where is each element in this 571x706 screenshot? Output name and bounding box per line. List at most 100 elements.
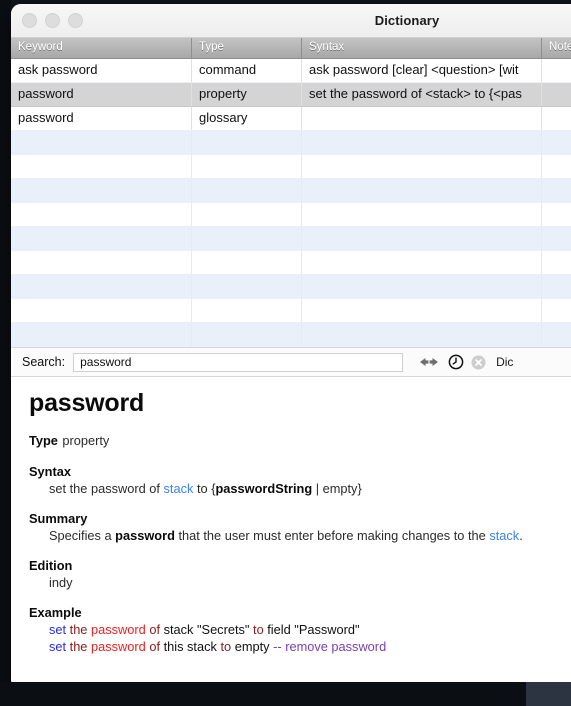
table-row[interactable]: password glossary xyxy=(11,107,571,131)
table-cell-empty xyxy=(302,179,542,202)
table-cell-empty xyxy=(542,323,571,346)
field-example-label: Example xyxy=(29,605,82,620)
table-row-empty[interactable] xyxy=(11,203,571,227)
table-cell-empty xyxy=(11,275,192,298)
table-cell-empty xyxy=(542,227,571,250)
table-row-empty[interactable] xyxy=(11,227,571,251)
field-syntax-body: set the password of stack to {passwordSt… xyxy=(29,480,565,497)
table-cell-empty xyxy=(302,227,542,250)
table-cell-empty xyxy=(542,299,571,322)
search-icon-group: Dic xyxy=(417,354,513,370)
syntax-text-3: | empty} xyxy=(312,481,362,496)
table-cell-empty xyxy=(192,275,302,298)
table-cell-type: command xyxy=(192,59,302,82)
table-row-empty[interactable] xyxy=(11,155,571,179)
example-token: -- remove password xyxy=(273,639,387,654)
table-row[interactable]: password property set the password of <sta… xyxy=(11,83,571,107)
detail-pane: password Type property Syntax set the pa… xyxy=(11,377,571,688)
table-cell-empty xyxy=(192,299,302,322)
table-cell-empty xyxy=(11,203,192,226)
example-token: the xyxy=(66,639,91,654)
table-cell-empty xyxy=(192,155,302,178)
example-token: of xyxy=(145,639,164,654)
example-token: set xyxy=(49,622,67,637)
table-row-empty[interactable] xyxy=(11,323,571,347)
table-cell-empty xyxy=(192,323,302,346)
example-token: to xyxy=(220,639,235,654)
example-token: empty xyxy=(234,639,274,654)
entry-title: password xyxy=(29,389,145,417)
table-cell-note xyxy=(542,107,571,130)
summary-bold-password: password xyxy=(115,528,175,543)
table-cell-syntax: set the password of <stack> to {<pas xyxy=(302,83,542,106)
field-edition-value: indy xyxy=(49,575,73,590)
table-cell-empty xyxy=(192,227,302,250)
screen: Dictionary Keyword Type Syntax Note ask … xyxy=(0,0,571,706)
field-summary-body: Specifies a password that the user must … xyxy=(29,527,565,544)
example-token: the xyxy=(66,622,91,637)
field-summary: Summary Specifies a password that the us… xyxy=(29,511,565,544)
example-token: to xyxy=(253,622,268,637)
summary-link-stack[interactable]: stack xyxy=(489,528,519,543)
table-cell-empty xyxy=(192,131,302,154)
field-example-body: set the password of stack "Secrets" to f… xyxy=(29,621,565,655)
column-header-keyword[interactable]: Keyword xyxy=(11,38,192,58)
table-cell-empty xyxy=(192,179,302,202)
table-cell-empty xyxy=(542,131,571,154)
window-titlebar[interactable]: Dictionary xyxy=(11,4,571,38)
column-header-note[interactable]: Note xyxy=(542,38,571,58)
summary-text-3: . xyxy=(519,528,523,543)
table-row-empty[interactable] xyxy=(11,275,571,299)
table-row-empty[interactable] xyxy=(11,299,571,323)
table-cell-empty xyxy=(11,323,192,346)
column-header-syntax[interactable]: Syntax xyxy=(302,38,542,58)
syntax-link-stack[interactable]: stack xyxy=(164,481,194,496)
desktop-background-bottom xyxy=(0,682,571,706)
table-cell-empty xyxy=(192,251,302,274)
dictionary-window: Dictionary Keyword Type Syntax Note ask … xyxy=(11,4,571,688)
table-cell-empty xyxy=(11,299,192,322)
example-token: set xyxy=(49,639,67,654)
window-title: Dictionary xyxy=(374,13,440,28)
table-cell-empty xyxy=(302,299,542,322)
table-cell-empty xyxy=(302,131,542,154)
table-row[interactable]: ask password command ask password [clear] … xyxy=(11,59,571,83)
syntax-bold-passwordstring: passwordString xyxy=(215,481,313,496)
table-cell-keyword: password xyxy=(11,83,192,106)
summary-text-2: that the user must enter before making c… xyxy=(174,528,490,543)
table-cell-empty xyxy=(542,179,571,202)
summary-text-1: Specifies a xyxy=(49,528,116,543)
table-cell-note xyxy=(542,59,571,82)
table-cell-keyword: ask password xyxy=(11,59,192,82)
table-cell-empty xyxy=(11,227,192,250)
field-edition: Edition indy xyxy=(29,558,565,591)
field-syntax-label: Syntax xyxy=(29,464,71,479)
search-input[interactable] xyxy=(73,352,404,372)
example-token: this stack xyxy=(163,639,221,654)
table-body: ask password command ask password [clear] … xyxy=(11,59,571,347)
example-token: password xyxy=(90,622,146,637)
table-cell-syntax: ask password [clear] <question> [wit xyxy=(302,59,542,82)
column-header-type[interactable]: Type xyxy=(192,38,302,58)
table-row-empty[interactable] xyxy=(11,131,571,155)
left-right-arrows-icon[interactable] xyxy=(417,355,441,369)
table-cell-type: glossary xyxy=(192,107,302,130)
dictionary-menu-label[interactable]: Dic xyxy=(496,355,513,369)
example-token: field "Password" xyxy=(267,622,360,637)
clock-icon[interactable] xyxy=(448,354,464,370)
table-cell-empty xyxy=(302,251,542,274)
table-cell-empty xyxy=(302,275,542,298)
clear-icon[interactable] xyxy=(471,355,486,370)
field-summary-label: Summary xyxy=(29,511,88,526)
table-cell-empty xyxy=(542,203,571,226)
field-type-value: property xyxy=(62,433,110,448)
table-cell-empty xyxy=(302,203,542,226)
table-cell-empty xyxy=(11,179,192,202)
table-cell-empty xyxy=(302,155,542,178)
field-example: Example set the password of stack "Secre… xyxy=(29,605,565,655)
table-cell-keyword: password xyxy=(11,107,192,130)
example-token: of xyxy=(145,622,164,637)
table-row-empty[interactable] xyxy=(11,251,571,275)
desktop-background-bottom-right xyxy=(526,682,571,706)
table-row-empty[interactable] xyxy=(11,179,571,203)
